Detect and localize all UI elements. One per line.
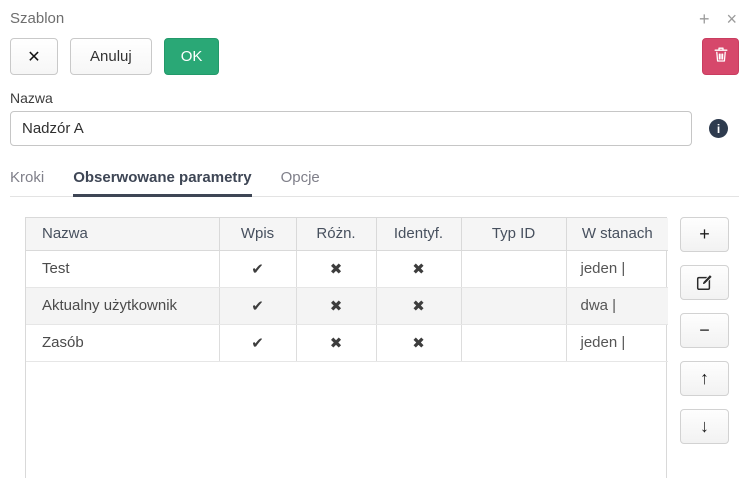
check-icon: ✔ xyxy=(219,287,296,324)
tab-content: Nazwa Wpis Różn. Identyf. Typ ID W stana… xyxy=(10,217,739,478)
tab-kroki[interactable]: Kroki xyxy=(10,169,44,196)
parameters-table: Nazwa Wpis Różn. Identyf. Typ ID W stana… xyxy=(25,217,667,478)
move-down-button[interactable]: ↓ xyxy=(680,409,729,444)
template-dialog: Szablon + × ✕ Anuluj OK Nazwa i xyxy=(0,0,749,478)
remove-row-button[interactable]: − xyxy=(680,313,729,348)
cell-nazwa: Test xyxy=(26,250,219,287)
dialog-titlebar: Szablon + × xyxy=(10,0,739,28)
info-icon[interactable]: i xyxy=(709,119,728,138)
cell-typ-id xyxy=(461,287,566,324)
name-field-row: i xyxy=(10,111,739,146)
table-row[interactable]: Zasób ✔ ✖ ✖ jeden | xyxy=(26,324,668,361)
maximize-icon[interactable]: + xyxy=(699,10,710,28)
tab-bar: Kroki Obserwowane parametry Opcje xyxy=(10,169,739,197)
edit-row-button[interactable] xyxy=(680,265,729,300)
cross-icon: ✖ xyxy=(296,324,376,361)
move-up-button[interactable]: ↑ xyxy=(680,361,729,396)
check-icon: ✔ xyxy=(219,324,296,361)
cross-icon: ✖ xyxy=(376,324,461,361)
cross-icon: ✖ xyxy=(376,250,461,287)
add-row-button[interactable]: + xyxy=(680,217,729,252)
cell-w-stanach: jeden | xyxy=(566,324,668,361)
cell-typ-id xyxy=(461,250,566,287)
toolbar: ✕ Anuluj OK xyxy=(10,38,739,75)
table-row[interactable]: Test ✔ ✖ ✖ jeden | xyxy=(26,250,668,287)
cross-icon: ✖ xyxy=(296,250,376,287)
delete-button[interactable] xyxy=(702,38,739,75)
column-header-wpis: Wpis xyxy=(219,218,296,250)
column-header-w-stanach: W stanach xyxy=(566,218,668,250)
window-controls: + × xyxy=(699,10,739,28)
ok-button[interactable]: OK xyxy=(164,38,220,75)
column-header-nazwa: Nazwa xyxy=(26,218,219,250)
cross-icon: ✖ xyxy=(376,287,461,324)
check-icon: ✔ xyxy=(219,250,296,287)
trash-icon xyxy=(713,46,729,67)
column-header-typ-id: Typ ID xyxy=(461,218,566,250)
row-action-buttons: + − ↑ ↓ xyxy=(680,217,729,457)
tab-obserwowane-parametry[interactable]: Obserwowane parametry xyxy=(73,169,251,196)
edit-pencil-icon xyxy=(696,274,713,291)
tab-opcje[interactable]: Opcje xyxy=(281,169,320,196)
cell-w-stanach: jeden | xyxy=(566,250,668,287)
cell-w-stanach: dwa | xyxy=(566,287,668,324)
cancel-button[interactable]: Anuluj xyxy=(70,38,152,75)
cell-nazwa: Aktualny użytkownik xyxy=(26,287,219,324)
close-button[interactable]: ✕ xyxy=(10,38,58,75)
cell-nazwa: Zasób xyxy=(26,324,219,361)
cell-typ-id xyxy=(461,324,566,361)
table-row[interactable]: Aktualny użytkownik ✔ ✖ ✖ dwa | xyxy=(26,287,668,324)
cross-icon: ✖ xyxy=(296,287,376,324)
close-icon[interactable]: × xyxy=(726,10,737,28)
name-input[interactable] xyxy=(10,111,692,146)
column-header-rozn: Różn. xyxy=(296,218,376,250)
name-label: Nazwa xyxy=(10,90,739,106)
dialog-title: Szablon xyxy=(10,10,64,27)
table-header-row: Nazwa Wpis Różn. Identyf. Typ ID W stana… xyxy=(26,218,668,250)
column-header-identyf: Identyf. xyxy=(376,218,461,250)
